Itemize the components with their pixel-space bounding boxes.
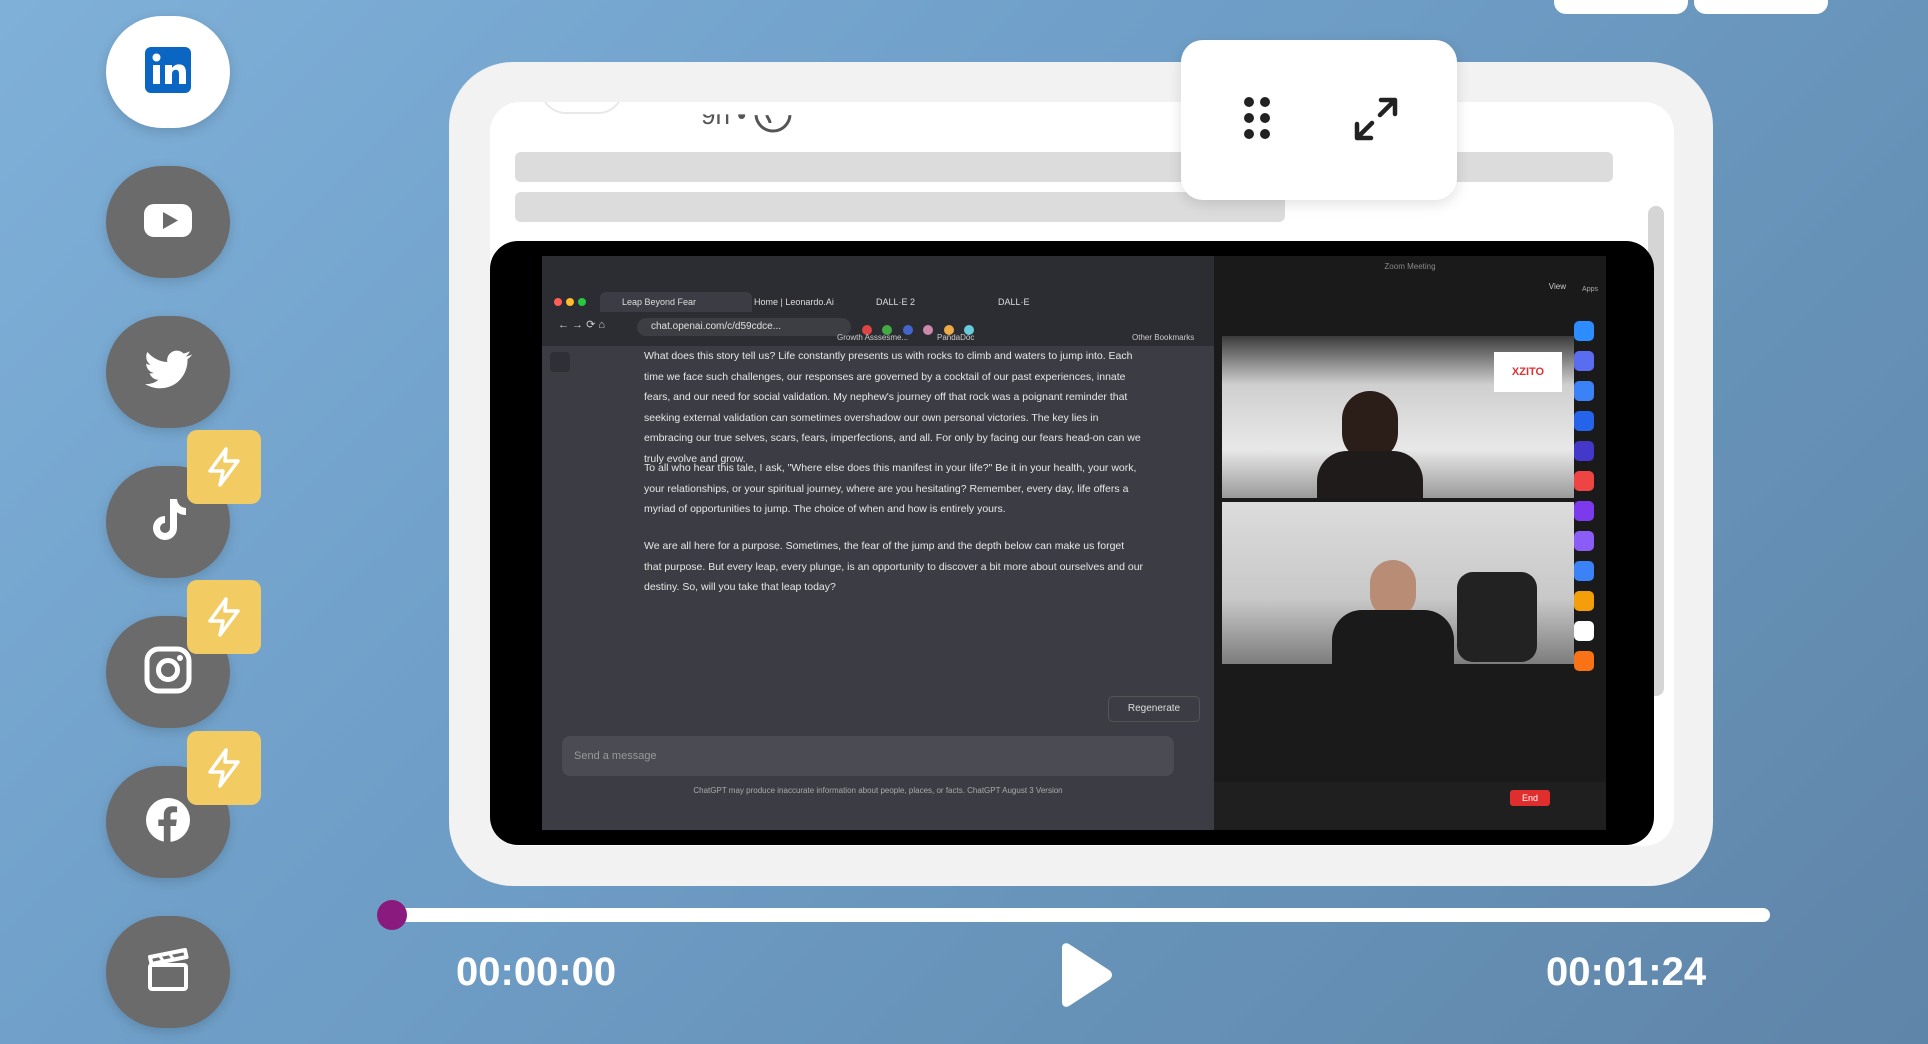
participant-video	[1222, 502, 1574, 664]
sidebar-item-twitter[interactable]	[106, 316, 230, 428]
regenerate-button[interactable]: Regenerate	[1108, 696, 1200, 722]
browser-tab[interactable]: Home | Leonardo.Ai	[732, 292, 874, 312]
avatar	[540, 102, 624, 114]
participant-body	[1332, 610, 1454, 664]
sidebar-toggle-icon[interactable]	[550, 352, 570, 372]
tiktok-icon	[141, 493, 195, 552]
message-input[interactable]: Send a message	[562, 736, 1174, 776]
zoom-toolbar: End	[1214, 782, 1606, 830]
video-player[interactable]: Leap Beyond Fear Home | Leonardo.Ai DALL…	[490, 241, 1654, 845]
participant-body	[1317, 451, 1423, 498]
globe-icon	[753, 115, 793, 141]
browser-tab[interactable]: DALL·E	[976, 292, 1108, 312]
sidebar-item-youtube[interactable]	[106, 166, 230, 278]
view-button[interactable]: View	[1549, 282, 1566, 291]
chat-paragraph: To all who hear this tale, I ask, "Where…	[644, 462, 1137, 515]
duration: 00:01:24	[1546, 950, 1707, 994]
expand-icon[interactable]	[1353, 96, 1399, 147]
bookmark[interactable]: PandaDoc	[937, 333, 974, 342]
zoom-window: Zoom Meeting View Apps XZITO End	[1214, 256, 1606, 830]
chatgpt-window: Leap Beyond Fear Home | Leonardo.Ai DALL…	[542, 256, 1214, 830]
timeline-knob[interactable]	[377, 900, 407, 930]
sidebar-item-linkedin[interactable]	[106, 16, 230, 128]
disclaimer: ChatGPT may produce inaccurate informati…	[693, 786, 1063, 795]
company-sign: XZITO	[1494, 352, 1562, 392]
chair	[1457, 572, 1537, 662]
floating-controls	[1181, 40, 1457, 200]
bookmark[interactable]: Other Bookmarks	[1132, 333, 1194, 342]
close-dot-icon	[554, 298, 562, 306]
zoom-title: Zoom Meeting	[1384, 262, 1436, 271]
top-tab-left[interactable]	[1554, 0, 1688, 14]
video-frame: Leap Beyond Fear Home | Leonardo.Ai DALL…	[542, 256, 1606, 830]
lightning-badge-instagram	[187, 580, 261, 654]
lightning-icon	[208, 447, 240, 487]
linkedin-icon	[141, 43, 195, 102]
bookmark[interactable]: Growth Asssesme...	[837, 333, 908, 342]
drag-handle-icon[interactable]	[1243, 96, 1271, 145]
chat-paragraph: What does this story tell us? Life const…	[644, 350, 1141, 465]
browser-bar: Leap Beyond Fear Home | Leonardo.Ai DALL…	[542, 256, 1214, 346]
regenerate-label: Regenerate	[1127, 703, 1181, 714]
apps-label: Apps	[1582, 286, 1598, 293]
url-bar[interactable]: chat.openai.com/c/d59cdce...	[637, 318, 851, 336]
end-button[interactable]: End	[1510, 790, 1550, 806]
participant-video: XZITO	[1222, 336, 1574, 498]
maximize-dot-icon	[578, 298, 586, 306]
youtube-icon	[141, 193, 195, 252]
browser-tab[interactable]: Leap Beyond Fear	[600, 292, 752, 312]
top-tab-right[interactable]	[1694, 0, 1828, 14]
current-time: 00:00:00	[456, 950, 617, 994]
play-button[interactable]	[1054, 942, 1114, 1008]
post-meta: 9h •	[701, 102, 793, 141]
lightning-badge-facebook	[187, 731, 261, 805]
post-meta-text: 9h •	[701, 102, 747, 131]
skeleton-line	[515, 192, 1285, 222]
nav-arrows-icon[interactable]: ← → ⟳ ⌂	[558, 318, 605, 331]
clapperboard-icon	[141, 943, 195, 1002]
browser-tab[interactable]: DALL·E 2	[854, 292, 996, 312]
twitter-icon	[141, 343, 195, 402]
zoom-apps-column	[1574, 321, 1594, 681]
play-icon	[1062, 943, 1112, 1007]
lightning-icon	[208, 748, 240, 788]
lightning-icon	[208, 597, 240, 637]
instagram-icon	[141, 643, 195, 702]
timeline-track[interactable]	[392, 908, 1770, 922]
lightning-badge-tiktok	[187, 430, 261, 504]
sidebar-item-clapperboard[interactable]	[106, 916, 230, 1028]
facebook-icon	[141, 793, 195, 852]
minimize-dot-icon	[566, 298, 574, 306]
chat-paragraph: We are all here for a purpose. Sometimes…	[644, 540, 1144, 593]
extension-icons	[862, 322, 1082, 335]
